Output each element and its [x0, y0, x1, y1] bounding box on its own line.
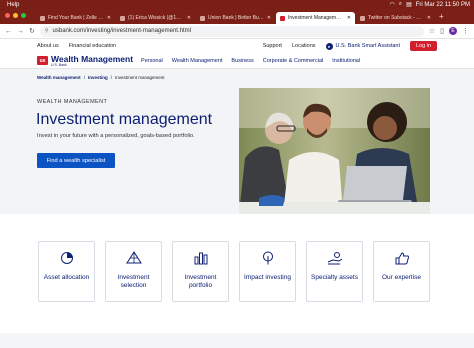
about-us-link[interactable]: About us — [37, 43, 59, 49]
bar-chart-icon — [194, 252, 207, 265]
card-label: Specialty assets — [311, 274, 358, 281]
logo-title: Wealth Management — [51, 53, 134, 64]
pyramid-icon — [125, 251, 142, 264]
site-info-icon[interactable]: ⚲ — [45, 28, 49, 34]
url-text: usbank.com/investing/investment-manageme… — [52, 28, 191, 34]
favicon-icon — [120, 15, 125, 21]
find-wealth-specialist-button[interactable]: Find a wealth specialist — [37, 153, 115, 168]
favicon-icon — [360, 15, 365, 21]
new-tab-button[interactable]: + — [439, 12, 444, 21]
hero-photo — [239, 88, 430, 214]
main-navigation: us Wealth Management U.S. Bank Personal … — [0, 53, 474, 69]
browser-tab-strip: Find Your Bank | Zelle Enroll✕ (1) Erica… — [0, 9, 474, 24]
browser-tab[interactable]: Find Your Bank | Zelle Enroll✕ — [36, 12, 115, 24]
card-label: Investment selection — [117, 274, 150, 289]
window-controls — [5, 13, 26, 18]
breadcrumb: Wealth management / Investing / Investme… — [37, 75, 165, 80]
nav-institutional[interactable]: Institutional — [332, 58, 360, 64]
close-tab-icon[interactable]: ✕ — [187, 15, 191, 21]
tree-icon — [262, 251, 273, 265]
card-investment-selection[interactable]: Investment selection — [105, 241, 162, 302]
close-tab-icon[interactable]: ✕ — [427, 15, 431, 21]
card-label: Impact investing — [244, 274, 291, 281]
close-tab-icon[interactable]: ✕ — [107, 15, 111, 21]
next-section — [0, 333, 474, 348]
browser-tab[interactable]: Union Bank | Better Busine ✕ — [196, 12, 275, 24]
profile-avatar[interactable]: E — [449, 27, 457, 35]
search-icon[interactable]: ⌕ — [399, 1, 402, 8]
control-center-icon[interactable]: ▤ — [406, 1, 412, 8]
breadcrumb-current: Investment management — [114, 75, 165, 80]
chat-icon: ● — [325, 42, 333, 50]
people-at-laptop-illustration — [239, 88, 430, 214]
nav-business[interactable]: Business — [231, 58, 253, 64]
utility-bar: About us Financial education Support Loc… — [0, 39, 474, 53]
login-button[interactable]: Log in — [410, 41, 437, 51]
tab-label: Find Your Bank | Zelle Enroll — [48, 15, 104, 21]
address-bar[interactable]: ⚲ usbank.com/investing/investment-manage… — [39, 25, 424, 37]
favicon-icon — [200, 15, 205, 21]
forward-icon[interactable]: → — [17, 28, 24, 35]
nav-corporate-commercial[interactable]: Corporate & Commercial — [263, 58, 324, 64]
close-tab-icon[interactable]: ✕ — [347, 15, 351, 21]
browser-tab[interactable]: Twitter on Substack - Lad ✕ — [356, 12, 435, 24]
hand-coins-icon — [327, 252, 342, 265]
browser-toolbar: ← → ↻ ⚲ usbank.com/investing/investment-… — [0, 24, 474, 39]
minimize-window-button[interactable] — [13, 13, 18, 18]
page-title: Investment management — [36, 111, 213, 128]
wifi-icon[interactable]: ◠ — [389, 1, 394, 8]
browser-tab[interactable]: (1) Erica Wissick (@1010n ✕ — [116, 12, 195, 24]
card-investment-portfolio[interactable]: Investment portfolio — [172, 241, 229, 302]
tab-label: Twitter on Substack - Lad — [368, 15, 424, 21]
menu-help[interactable]: Help — [7, 2, 19, 8]
card-label: Investment portfolio — [184, 274, 217, 289]
nav-wealth-management[interactable]: Wealth Management — [172, 58, 223, 64]
reload-icon[interactable]: ↻ — [29, 27, 35, 35]
macos-menubar: Help ◠ ⌕ ▤ Fri Mar 22 11:50 PM — [0, 0, 474, 9]
support-link[interactable]: Support — [263, 43, 282, 49]
favicon-icon — [40, 15, 45, 21]
favicon-icon — [280, 15, 285, 21]
zoom-window-button[interactable] — [21, 13, 26, 18]
nav-personal[interactable]: Personal — [141, 58, 163, 64]
bookmark-star-icon[interactable]: ☆ — [429, 27, 435, 35]
logo-mark: us — [37, 56, 48, 65]
tab-label: Investment Management | — [288, 15, 344, 21]
back-icon[interactable]: ← — [5, 28, 12, 35]
card-impact-investing[interactable]: Impact investing — [239, 241, 296, 302]
sidebar-icon[interactable]: ▯ — [440, 27, 444, 35]
card-label: Asset allocation — [43, 274, 90, 281]
close-tab-icon[interactable]: ✕ — [267, 15, 271, 21]
hero-subtitle: Invest in your future with a personalize… — [37, 133, 195, 139]
breadcrumb-separator: / — [83, 75, 85, 80]
smart-assistant-label: U.S. Bank Smart Assistant — [335, 43, 401, 49]
thumbs-up-icon — [395, 252, 409, 265]
tab-label: Union Bank | Better Busine — [208, 15, 264, 21]
card-specialty-assets[interactable]: Specialty assets — [306, 241, 363, 302]
usbank-logo[interactable]: us Wealth Management U.S. Bank — [37, 53, 134, 67]
card-our-expertise[interactable]: Our expertise — [373, 241, 430, 302]
hero-eyebrow: WEALTH MANAGEMENT — [37, 99, 108, 105]
clock[interactable]: Fri Mar 22 11:50 PM — [416, 2, 470, 8]
smart-assistant-button[interactable]: ● U.S. Bank Smart Assistant — [325, 42, 401, 50]
locations-link[interactable]: Locations — [292, 43, 316, 49]
browser-menu-icon[interactable]: ⋮ — [462, 27, 469, 35]
breadcrumb-wealth-management[interactable]: Wealth management — [37, 75, 81, 80]
breadcrumb-investing[interactable]: Investing — [88, 75, 108, 80]
browser-tab-active[interactable]: Investment Management | ✕ — [276, 12, 355, 24]
financial-education-link[interactable]: Financial education — [69, 43, 116, 49]
pie-chart-icon — [60, 252, 73, 264]
close-window-button[interactable] — [5, 13, 10, 18]
card-label: Our expertise — [381, 274, 422, 281]
breadcrumb-separator: / — [110, 75, 112, 80]
tab-label: (1) Erica Wissick (@1010n — [128, 15, 184, 21]
card-asset-allocation[interactable]: Asset allocation — [38, 241, 95, 302]
